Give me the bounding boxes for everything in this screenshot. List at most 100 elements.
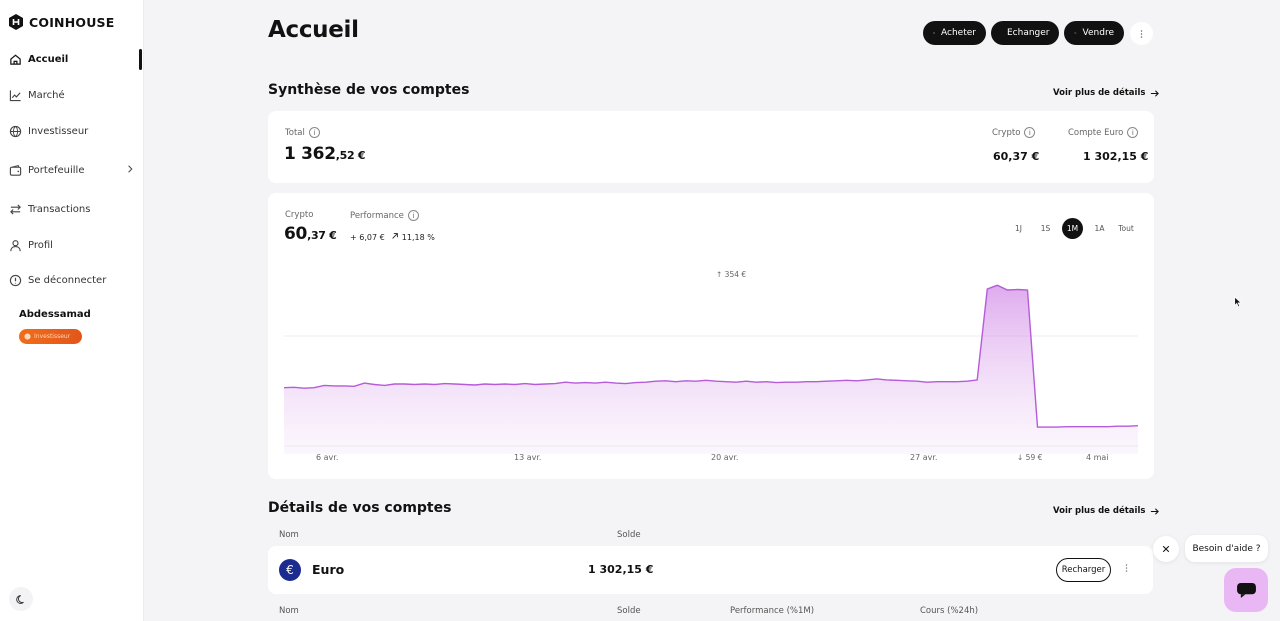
sidebar-item-logout[interactable]: Se déconnecter bbox=[9, 272, 135, 288]
sidebar-item-portefeuille[interactable]: Portefeuille bbox=[9, 162, 135, 178]
buy-button[interactable]: Acheter bbox=[923, 21, 986, 45]
performance-percent: 11,18 % bbox=[401, 233, 435, 242]
summary-more-link-label: Voir plus de détails bbox=[1053, 88, 1146, 98]
period-1a[interactable]: 1A bbox=[1089, 218, 1110, 239]
performance-label-text: Performance bbox=[350, 210, 404, 221]
total-label-text: Total bbox=[285, 127, 305, 138]
period-1s[interactable]: 1S bbox=[1035, 218, 1056, 239]
active-nav-indicator bbox=[139, 49, 142, 70]
badge-star-icon bbox=[24, 333, 31, 340]
sidebar-item-label: Accueil bbox=[28, 53, 69, 65]
sidebar-item-accueil[interactable]: Accueil bbox=[9, 51, 135, 67]
sidebar-item-label: Se déconnecter bbox=[28, 274, 107, 286]
x-tick: 4 mai bbox=[1086, 453, 1109, 462]
period-1m[interactable]: 1M bbox=[1062, 218, 1083, 239]
euro-account-row[interactable] bbox=[268, 546, 1153, 594]
info-circle-icon bbox=[9, 274, 22, 286]
info-icon[interactable]: i bbox=[407, 210, 419, 221]
info-icon[interactable]: i bbox=[308, 127, 320, 138]
col-balance-2: Solde bbox=[617, 606, 641, 616]
arrows-swap-icon bbox=[10, 203, 21, 215]
summary-card bbox=[268, 111, 1154, 183]
euro-account-label: Compte Euro i bbox=[1068, 127, 1139, 138]
arrow-up-right-icon bbox=[392, 233, 399, 239]
more-options-button[interactable] bbox=[1130, 22, 1153, 45]
chart-min-label: ↓ 59 € bbox=[1017, 453, 1043, 462]
sidebar-item-marche[interactable]: Marché bbox=[9, 87, 135, 103]
col-rate: Cours (%24h) bbox=[920, 606, 979, 616]
page-title: Accueil bbox=[268, 17, 359, 43]
performance-label: Performance i bbox=[350, 210, 419, 221]
total-value-int: 1 362 bbox=[284, 144, 336, 164]
crypto-label: Crypto i bbox=[992, 127, 1036, 138]
chart-max-value: 354 € bbox=[724, 270, 747, 279]
sidebar-item-investisseur[interactable]: Investisseur bbox=[9, 123, 135, 139]
chart-min-value: 59 € bbox=[1025, 453, 1043, 462]
kebab-icon bbox=[1140, 29, 1143, 38]
theme-toggle-button[interactable] bbox=[9, 587, 33, 611]
euro-account-name: Euro bbox=[312, 562, 345, 577]
wallet-icon bbox=[9, 164, 22, 176]
recharge-button[interactable]: Recharger bbox=[1056, 558, 1111, 582]
chat-button[interactable] bbox=[1224, 568, 1268, 612]
performance-values: + 6,07 € 11,18 % bbox=[350, 232, 435, 242]
chevron-right-icon bbox=[128, 165, 133, 173]
user-badge-label: Investisseur bbox=[34, 333, 71, 340]
sidebar-item-label: Profil bbox=[28, 239, 53, 251]
sidebar-item-transactions[interactable]: Transactions bbox=[9, 201, 135, 217]
minus-icon bbox=[1074, 32, 1077, 34]
sidebar-item-label: Portefeuille bbox=[28, 164, 85, 176]
accounts-more-link-label: Voir plus de détails bbox=[1053, 506, 1146, 516]
x-tick: 13 avr. bbox=[514, 453, 542, 462]
summary-more-link[interactable]: Voir plus de détails bbox=[1053, 88, 1160, 98]
crypto-area-chart bbox=[284, 284, 1138, 454]
mouse-cursor-icon bbox=[1234, 296, 1242, 308]
help-bubble[interactable]: Besoin d'aide ? bbox=[1185, 535, 1268, 562]
close-icon bbox=[1162, 545, 1170, 553]
row-kebab-icon[interactable] bbox=[1125, 563, 1128, 576]
performance-absolute: + 6,07 € bbox=[350, 233, 385, 242]
globe-icon bbox=[9, 125, 22, 137]
sell-button[interactable]: Vendre bbox=[1064, 21, 1124, 45]
col-name: Nom bbox=[279, 530, 299, 540]
info-icon[interactable]: i bbox=[1127, 127, 1139, 138]
arrow-right-icon bbox=[1151, 507, 1160, 515]
col-performance: Performance (%1M) bbox=[730, 606, 815, 616]
help-close-button[interactable] bbox=[1153, 536, 1179, 562]
x-tick: 20 avr. bbox=[711, 453, 739, 462]
moon-icon bbox=[15, 594, 24, 604]
coinhouse-logo-icon bbox=[9, 14, 23, 30]
info-icon[interactable]: i bbox=[1024, 127, 1036, 138]
exchange-button[interactable]: Echanger bbox=[991, 21, 1059, 45]
user-icon bbox=[10, 239, 21, 251]
euro-account-value: 1 302,15 € bbox=[1083, 150, 1149, 163]
euro-account-label-text: Compte Euro bbox=[1068, 127, 1124, 138]
crypto-card-value-dec: ,37 € bbox=[307, 229, 337, 242]
crypto-card-label: Crypto bbox=[285, 210, 314, 220]
period-tout[interactable]: Tout bbox=[1114, 218, 1138, 239]
crypto-label-text: Crypto bbox=[992, 127, 1021, 138]
crypto-card-value: 60,37 € bbox=[284, 224, 337, 244]
period-1j[interactable]: 1J bbox=[1008, 218, 1029, 239]
brand-logo[interactable]: COINHOUSE bbox=[9, 14, 115, 30]
x-tick: 6 avr. bbox=[316, 453, 339, 462]
accounts-more-link[interactable]: Voir plus de détails bbox=[1053, 506, 1160, 516]
chart-max-label: ↑ 354 € bbox=[716, 270, 747, 279]
summary-title: Synthèse de vos comptes bbox=[268, 82, 470, 98]
user-name: Abdessamad bbox=[19, 309, 91, 320]
euro-account-balance: 1 302,15 € bbox=[588, 563, 654, 576]
buy-button-label: Acheter bbox=[941, 28, 976, 38]
sidebar: COINHOUSE Accueil Marché Investisseur Po… bbox=[0, 0, 144, 621]
home-icon bbox=[10, 54, 21, 65]
sell-button-label: Vendre bbox=[1082, 28, 1114, 38]
user-status-badge: Investisseur bbox=[19, 329, 82, 344]
accounts-title: Détails de vos comptes bbox=[268, 500, 452, 516]
col-name-2: Nom bbox=[279, 606, 299, 616]
total-value: 1 362,52 € bbox=[284, 144, 366, 164]
sidebar-item-profil[interactable]: Profil bbox=[9, 237, 135, 253]
brand-name: COINHOUSE bbox=[29, 14, 115, 30]
crypto-card-value-int: 60 bbox=[284, 224, 308, 244]
total-label: Total i bbox=[285, 127, 320, 138]
sidebar-item-label: Marché bbox=[28, 89, 65, 101]
exchange-button-label: Echanger bbox=[1007, 28, 1050, 38]
